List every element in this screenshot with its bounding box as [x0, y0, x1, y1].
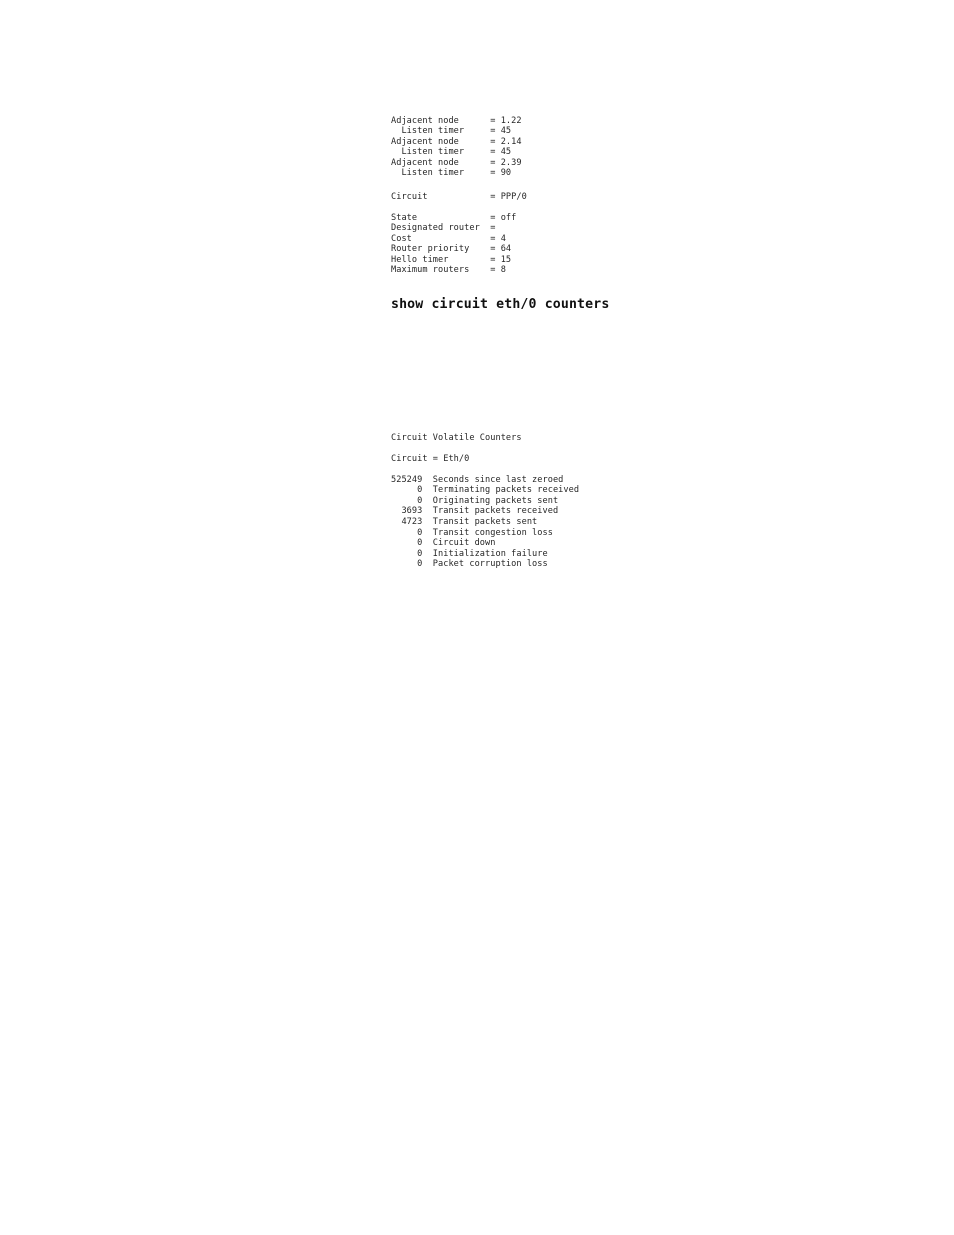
circuit-ppp0-parameters: Circuit = PPP/0 State = off Designated r…	[391, 191, 527, 276]
circuit-volatile-counters: Circuit Volatile Counters Circuit = Eth/…	[391, 432, 580, 570]
show-circuit-counters-command: show circuit eth/0 counters	[391, 297, 610, 312]
document-page: Adjacent node = 1.22 Listen timer = 45 A…	[0, 0, 954, 1235]
adjacent-node-listing: Adjacent node = 1.22 Listen timer = 45 A…	[391, 115, 522, 179]
